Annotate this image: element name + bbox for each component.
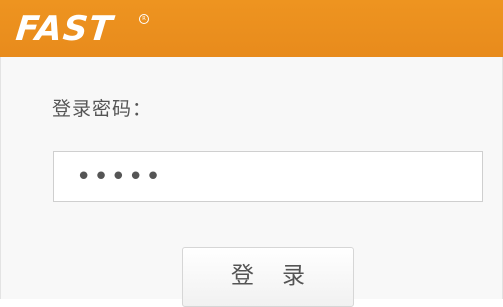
login-button[interactable]: 登录	[182, 247, 354, 307]
header-bar: FAST R	[0, 0, 503, 57]
fast-logo: FAST	[13, 9, 115, 49]
password-input[interactable]	[53, 151, 483, 202]
password-label: 登录密码：	[52, 98, 153, 120]
registered-trademark-icon: R	[139, 14, 149, 24]
